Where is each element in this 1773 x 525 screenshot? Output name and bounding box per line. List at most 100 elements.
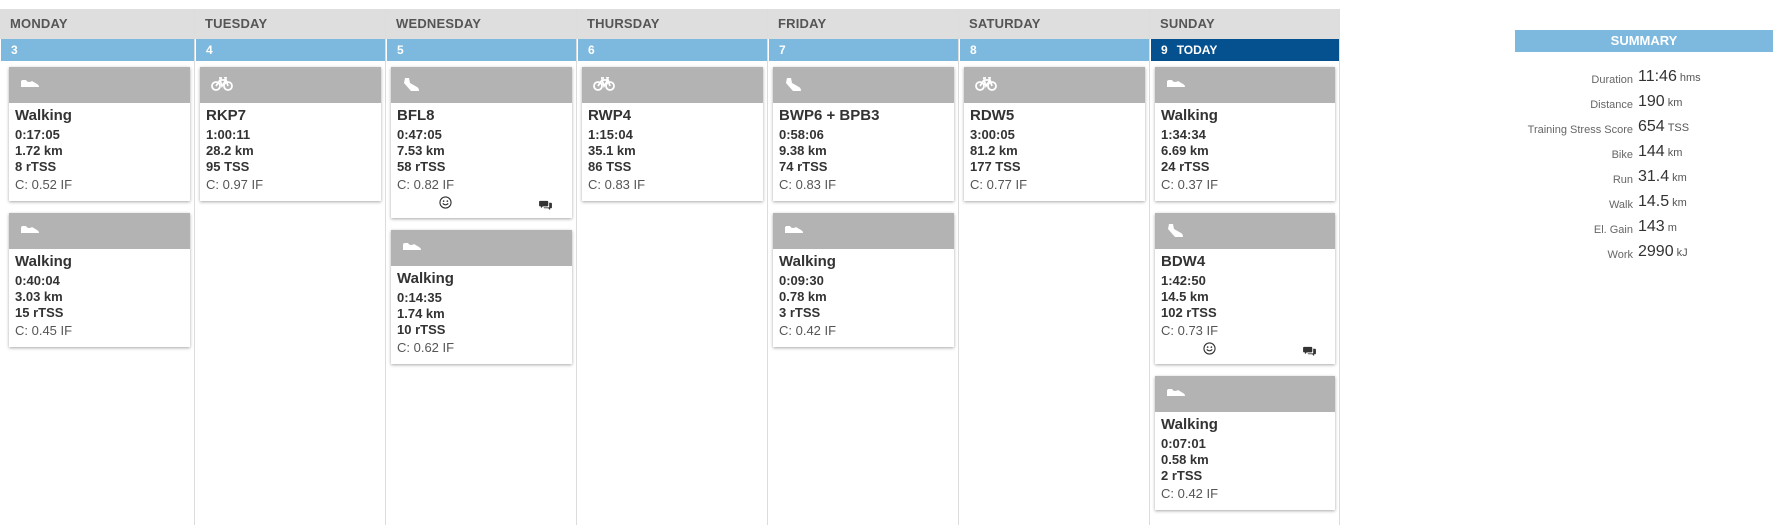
workout-title: BFL8 bbox=[397, 107, 435, 124]
comments-icon[interactable] bbox=[539, 198, 552, 216]
summary-unit: km bbox=[1667, 147, 1683, 159]
summary-rows: Duration 11:46 hms Distance 190 km Training St… bbox=[1515, 52, 1773, 268]
workout-card[interactable]: BFL8 0:47:05 7.53 km 58 rTSS C: 0.82 IF bbox=[391, 67, 572, 218]
day-name: SATURDAY bbox=[959, 9, 1149, 39]
workout-card[interactable]: RWP4 1:15:04 35.1 km 86 TSS C: 0.83 IF bbox=[582, 67, 763, 201]
workout-tss: 102 rTSS bbox=[1161, 305, 1217, 320]
workout-title: Walking bbox=[15, 253, 72, 270]
workout-card-header[interactable] bbox=[391, 67, 572, 103]
workout-duration: 1:15:04 bbox=[588, 127, 633, 142]
day-number: 7 bbox=[779, 43, 786, 57]
workout-duration: 0:17:05 bbox=[15, 127, 60, 142]
workout-card[interactable]: Walking 0:09:30 0.78 km 3 rTSS C: 0.42 I… bbox=[773, 213, 954, 347]
workout-title: BDW4 bbox=[1161, 253, 1206, 270]
workout-card[interactable]: RDW5 3:00:05 81.2 km 177 TSS C: 0.77 IF bbox=[964, 67, 1145, 201]
smiley-face-icon[interactable] bbox=[1203, 342, 1216, 360]
summary-number: 654 bbox=[1638, 118, 1665, 135]
summary-value: 190 km bbox=[1638, 93, 1682, 111]
workout-duration: 1:42:50 bbox=[1161, 273, 1206, 288]
day-date-bar[interactable]: 4 bbox=[195, 39, 385, 61]
workout-card-header[interactable] bbox=[9, 67, 190, 103]
workout-card[interactable]: BWP6 + BPB3 0:58:06 9.38 km 74 rTSS C: 0… bbox=[773, 67, 954, 201]
day-column-monday: MONDAY 3 Walking 0:17:05 1.72 km 8 rTSS … bbox=[0, 9, 195, 525]
workout-list: Walking 1:34:34 6.69 km 24 rTSS C: 0.37 … bbox=[1150, 61, 1339, 510]
workout-duration: 1:00:11 bbox=[206, 127, 251, 142]
workout-card-body: Walking 0:09:30 0.78 km 3 rTSS C: 0.42 I… bbox=[773, 249, 954, 347]
summary-value: 14.5 km bbox=[1638, 193, 1687, 211]
day-name: MONDAY bbox=[0, 9, 194, 39]
workout-title: RWP4 bbox=[588, 107, 632, 124]
workout-if: C: 0.97 IF bbox=[206, 177, 264, 192]
day-date-bar[interactable]: 7 bbox=[768, 39, 958, 61]
workout-distance: 0.58 km bbox=[1161, 452, 1209, 467]
workout-if: C: 0.83 IF bbox=[588, 177, 646, 192]
day-name: WEDNESDAY bbox=[386, 9, 576, 39]
day-date-bar[interactable]: 6 bbox=[577, 39, 767, 61]
day-date-bar[interactable]: 8 bbox=[959, 39, 1149, 61]
workout-card[interactable]: Walking 0:14:35 1.74 km 10 rTSS C: 0.62 … bbox=[391, 230, 572, 364]
workout-card-header[interactable] bbox=[9, 213, 190, 249]
workout-tss: 15 rTSS bbox=[15, 305, 64, 320]
workout-duration: 3:00:05 bbox=[970, 127, 1015, 142]
workout-tss: 86 TSS bbox=[588, 159, 632, 174]
workout-distance: 14.5 km bbox=[1161, 289, 1209, 304]
day-name: THURSDAY bbox=[577, 9, 767, 39]
day-date-bar[interactable]: 9 TODAY bbox=[1150, 39, 1339, 61]
summary-number: 11:46 bbox=[1638, 68, 1677, 85]
day-number: 5 bbox=[397, 43, 404, 57]
workout-card-body: RDW5 3:00:05 81.2 km 177 TSS C: 0.77 IF bbox=[964, 103, 1145, 201]
workout-card-header[interactable] bbox=[1155, 213, 1335, 249]
summary-label: Work bbox=[1607, 249, 1633, 261]
workout-card-header[interactable] bbox=[200, 67, 381, 103]
workout-title: Walking bbox=[1161, 416, 1218, 433]
workout-card-header[interactable] bbox=[773, 67, 954, 103]
workout-tss: 58 rTSS bbox=[397, 159, 446, 174]
summary-unit: kJ bbox=[1676, 247, 1688, 259]
workout-tss: 24 rTSS bbox=[1161, 159, 1210, 174]
summary-unit: km bbox=[1672, 197, 1687, 209]
workout-card[interactable]: Walking 1:34:34 6.69 km 24 rTSS C: 0.37 … bbox=[1155, 67, 1335, 201]
workout-card-header[interactable] bbox=[582, 67, 763, 103]
workout-if: C: 0.37 IF bbox=[1161, 177, 1219, 192]
workout-card-header[interactable] bbox=[964, 67, 1145, 103]
workout-card-header[interactable] bbox=[773, 213, 954, 249]
day-date-bar[interactable]: 5 bbox=[386, 39, 576, 61]
summary-label: Walk bbox=[1608, 199, 1633, 211]
workout-card[interactable]: Walking 0:17:05 1.72 km 8 rTSS C: 0.52 I… bbox=[9, 67, 190, 201]
workout-title: RKP7 bbox=[206, 107, 247, 124]
summary-number: 31.4 bbox=[1638, 168, 1670, 185]
smiley-face-icon[interactable] bbox=[439, 196, 452, 214]
workout-title: Walking bbox=[779, 253, 836, 270]
summary-header-spacer bbox=[1515, 0, 1773, 30]
summary-row: Duration 11:46 hms bbox=[1515, 68, 1773, 93]
day-column-saturday: SATURDAY 8 RDW5 3:00:05 81.2 km 177 TSS … bbox=[959, 9, 1150, 525]
day-column-friday: FRIDAY 7 BWP6 + BPB3 0:58:06 9.38 km 74 … bbox=[768, 9, 959, 525]
workout-distance: 28.2 km bbox=[206, 143, 254, 158]
day-number: 9 bbox=[1161, 43, 1168, 57]
day-name: SUNDAY bbox=[1150, 9, 1339, 39]
workout-card-header[interactable] bbox=[1155, 376, 1335, 412]
summary-unit: TSS bbox=[1667, 122, 1690, 134]
summary-label: Training Stress Score bbox=[1527, 124, 1633, 136]
workout-list: BFL8 0:47:05 7.53 km 58 rTSS C: 0.82 IF … bbox=[386, 61, 576, 364]
workout-card-header[interactable] bbox=[391, 230, 572, 266]
workout-card-body: BWP6 + BPB3 0:58:06 9.38 km 74 rTSS C: 0… bbox=[773, 103, 954, 201]
summary-value: 31.4 km bbox=[1638, 168, 1687, 186]
workout-distance: 0.78 km bbox=[779, 289, 827, 304]
workout-card[interactable]: BDW4 1:42:50 14.5 km 102 rTSS C: 0.73 IF bbox=[1155, 213, 1335, 364]
day-date-bar[interactable]: 3 bbox=[0, 39, 194, 61]
comments-icon[interactable] bbox=[1303, 344, 1316, 362]
workout-list: RKP7 1:00:11 28.2 km 95 TSS C: 0.97 IF bbox=[195, 61, 385, 201]
workout-duration: 0:47:05 bbox=[397, 127, 442, 142]
workout-card[interactable]: Walking 0:40:04 3.03 km 15 rTSS C: 0.45 … bbox=[9, 213, 190, 347]
workout-card-header[interactable] bbox=[1155, 67, 1335, 103]
workout-card[interactable]: RKP7 1:00:11 28.2 km 95 TSS C: 0.97 IF bbox=[200, 67, 381, 201]
summary-unit: hms bbox=[1679, 72, 1701, 84]
workout-duration: 0:40:04 bbox=[15, 273, 60, 288]
workout-if: C: 0.45 IF bbox=[15, 323, 73, 338]
workout-card-body: Walking 0:40:04 3.03 km 15 rTSS C: 0.45 … bbox=[9, 249, 190, 347]
workout-tss: 2 rTSS bbox=[1161, 468, 1203, 483]
day-number: 4 bbox=[206, 43, 213, 57]
workout-card[interactable]: Walking 0:07:01 0.58 km 2 rTSS C: 0.42 I… bbox=[1155, 376, 1335, 510]
day-column-tuesday: TUESDAY 4 RKP7 1:00:11 28.2 km 95 TSS C:… bbox=[195, 9, 386, 525]
